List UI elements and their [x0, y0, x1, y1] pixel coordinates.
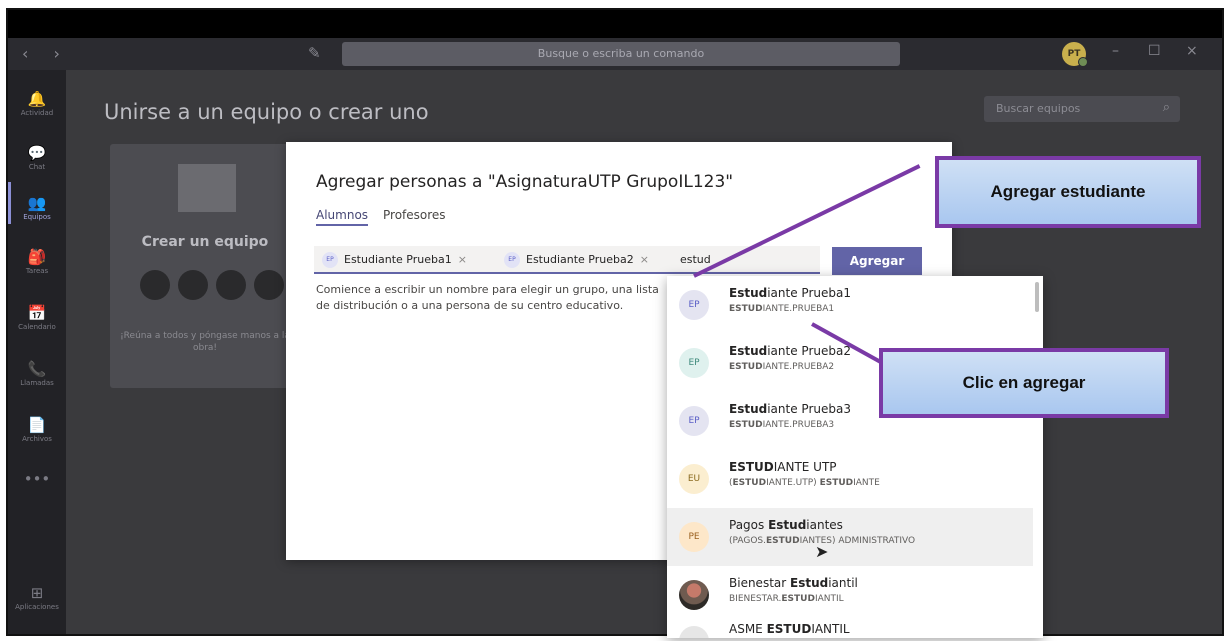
- avatar[interactable]: PT: [1062, 42, 1088, 67]
- rail-item-llamadas[interactable]: 📞 Llamadas: [8, 360, 66, 388]
- minimize-button[interactable]: –: [1112, 43, 1119, 59]
- suggestion-email: ESTUDIANTE.PRUEBA1: [729, 304, 835, 314]
- presence-icon: [1078, 57, 1088, 67]
- person-token[interactable]: EP Estudiante Prueba1 ×: [322, 251, 467, 269]
- rail-label: Llamadas: [20, 379, 54, 387]
- app-rail: 🔔 Actividad 💬 Chat 👥 Equipos 🎒 Tareas 📅 …: [8, 70, 66, 634]
- phone-icon: 📞: [27, 360, 47, 378]
- card-image: [178, 164, 236, 212]
- suggestion-email: ESTUDIANTE.PRUEBA3: [729, 420, 835, 430]
- page-title: Unirse a un equipo o crear uno: [104, 100, 429, 124]
- callout-click-add: Clic en agregar: [879, 348, 1169, 418]
- apps-icon: ⊞: [30, 584, 44, 602]
- rail-item-equipos[interactable]: 👥 Equipos: [8, 194, 66, 222]
- remove-token-icon[interactable]: ×: [640, 253, 649, 266]
- mouse-cursor-icon: ➤: [815, 542, 829, 561]
- suggestion-email: (ESTUDIANTE.UTP) ESTUDIANTE: [729, 478, 880, 488]
- hint-text: Comience a escribir un nombre para elegi…: [316, 283, 659, 312]
- tab-profesores[interactable]: Profesores: [383, 208, 446, 222]
- suggestion-name: Estudiante Prueba1: [729, 286, 851, 300]
- top-bar: ‹ › ✎ Busque o escriba un comando PT – ☐…: [8, 38, 1222, 70]
- suggestion-badge: EU: [679, 464, 709, 494]
- rail-item-actividad[interactable]: 🔔 Actividad: [8, 90, 66, 118]
- suggestion-email: ESTUDIANTE.PRUEBA2: [729, 362, 835, 372]
- suggestions-dropdown: EP Estudiante Prueba1 ESTUDIANTE.PRUEBA1…: [667, 276, 1043, 638]
- suggestion-email: BIENESTAR.ESTUDIANTIL: [729, 594, 844, 604]
- member-circle: [216, 270, 246, 300]
- rail-label: Chat: [28, 163, 46, 171]
- suggestion-item[interactable]: EU ESTUDIANTE UTP (ESTUDIANTE.UTP) ESTUD…: [667, 450, 1033, 508]
- tab-alumnos[interactable]: Alumnos: [316, 208, 369, 226]
- compose-icon[interactable]: ✎: [308, 44, 321, 62]
- rail-item-calendario[interactable]: 📅 Calendario: [8, 304, 66, 332]
- member-circle: [140, 270, 170, 300]
- calendar-icon: 📅: [27, 304, 47, 322]
- suggestion-badge: EP: [679, 406, 709, 436]
- tasks-icon: 🎒: [27, 248, 47, 266]
- dialog-title: Agregar personas a "AsignaturaUTP GrupoI…: [316, 172, 734, 192]
- token-badge: EP: [322, 252, 338, 268]
- suggestion-item[interactable]: EP Estudiante Prueba1 ESTUDIANTE.PRUEBA1: [667, 276, 1033, 334]
- command-search-input[interactable]: Busque o escriba un comando: [342, 42, 900, 66]
- suggestion-badge: EP: [679, 348, 709, 378]
- group-photo-avatar: [679, 626, 709, 638]
- add-button[interactable]: Agregar: [832, 247, 922, 275]
- token-name: Estudiante Prueba2: [526, 253, 634, 266]
- search-icon: ⌕: [1162, 100, 1170, 115]
- typed-query: estud: [680, 253, 711, 266]
- suggestion-name: Estudiante Prueba2: [729, 344, 851, 358]
- rail-item-more[interactable]: •••: [8, 470, 66, 488]
- team-search-placeholder: Buscar equipos: [996, 102, 1081, 115]
- maximize-button[interactable]: ☐: [1148, 43, 1161, 59]
- files-icon: 📄: [27, 416, 47, 434]
- team-search-input[interactable]: Buscar equipos ⌕: [984, 96, 1180, 122]
- bell-icon: 🔔: [27, 90, 47, 108]
- rail-label: Actividad: [20, 109, 54, 117]
- rail-label: Archivos: [22, 435, 52, 443]
- suggestion-name: Bienestar Estudiantil: [729, 576, 858, 590]
- suggestion-badge: EP: [679, 290, 709, 320]
- callout-add-student: Agregar estudiante: [935, 156, 1201, 228]
- rail-label: Tareas: [25, 267, 49, 275]
- suggestion-name: Pagos Estudiantes: [729, 518, 843, 532]
- rail-item-tareas[interactable]: 🎒 Tareas: [8, 248, 66, 276]
- suggestion-item[interactable]: ASME ESTUDIANTIL: [667, 612, 1033, 638]
- person-token[interactable]: EP Estudiante Prueba2 ×: [504, 251, 649, 269]
- group-photo-avatar: [679, 580, 709, 610]
- suggestion-badge: PE: [679, 522, 709, 552]
- teams-icon: 👥: [27, 194, 47, 212]
- rail-label: Equipos: [23, 213, 51, 221]
- nav-arrows[interactable]: ‹ ›: [22, 44, 70, 63]
- suggestion-name: Estudiante Prueba3: [729, 402, 851, 416]
- token-name: Estudiante Prueba1: [344, 253, 452, 266]
- rail-item-chat[interactable]: 💬 Chat: [8, 144, 66, 172]
- create-team-card[interactable]: Crear un equipo ¡Reúna a todos y póngase…: [110, 144, 300, 388]
- rail-label: Aplicaciones: [15, 603, 59, 611]
- suggestion-item[interactable]: PE Pagos Estudiantes (PAGOS.ESTUDIANTES)…: [667, 508, 1033, 566]
- chat-icon: 💬: [27, 144, 47, 162]
- member-circle: [178, 270, 208, 300]
- remove-token-icon[interactable]: ×: [458, 253, 467, 266]
- card-title: Crear un equipo: [141, 234, 269, 250]
- card-subtitle: ¡Reúna a todos y póngase manos a la obra…: [120, 331, 290, 353]
- more-icon: •••: [23, 470, 51, 488]
- close-button[interactable]: ×: [1186, 43, 1198, 59]
- command-search-placeholder: Busque o escriba un comando: [537, 47, 705, 60]
- suggestion-name: ESTUDIANTE UTP: [729, 460, 837, 474]
- member-circle: [254, 270, 284, 300]
- rail-item-aplicaciones[interactable]: ⊞ Aplicaciones: [8, 584, 66, 612]
- token-badge: EP: [504, 252, 520, 268]
- rail-item-archivos[interactable]: 📄 Archivos: [8, 416, 66, 444]
- title-bar: [8, 10, 1222, 38]
- scrollbar[interactable]: [1035, 282, 1039, 312]
- rail-label: Calendario: [18, 323, 56, 331]
- suggestion-name: ASME ESTUDIANTIL: [729, 622, 850, 636]
